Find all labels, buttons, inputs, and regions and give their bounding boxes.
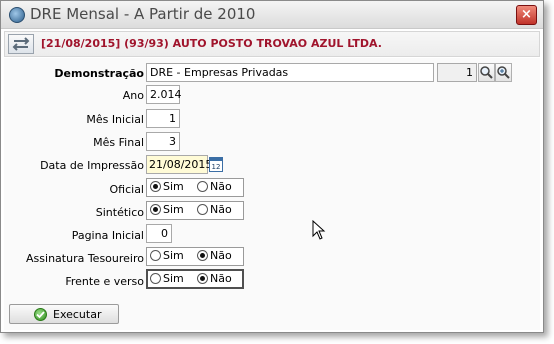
executar-label: Executar xyxy=(53,308,102,321)
data-impressao-field[interactable]: 21/08/2015 xyxy=(146,155,212,174)
window-title: DRE Mensal - A Partir de 2010 xyxy=(30,5,256,23)
assinatura-nao-radio[interactable] xyxy=(197,250,208,261)
calendar-button[interactable]: 12 xyxy=(209,157,223,172)
frente-verso-sim-label: Sim xyxy=(163,272,184,285)
demonstracao-label: Demonstração xyxy=(54,67,144,80)
mes-final-field[interactable]: 3 xyxy=(146,132,180,151)
company-header-text: [21/08/2015] (93/93) AUTO POSTO TROVAO A… xyxy=(41,37,382,50)
frente-verso-label: Frente e verso xyxy=(65,275,144,288)
demonstracao-code-field[interactable]: 1 xyxy=(437,63,477,82)
search-icon xyxy=(480,66,493,79)
oficial-radio-group: Sim Não xyxy=(146,178,244,197)
close-button[interactable]: × xyxy=(516,5,537,25)
assinatura-radio-group: Sim Não xyxy=(146,247,244,266)
assinatura-label: Assinatura Tesoureiro xyxy=(26,252,144,265)
executar-button[interactable]: Executar xyxy=(9,304,119,324)
check-icon xyxy=(34,308,47,321)
ano-label: Ano xyxy=(122,89,144,102)
assinatura-nao-label: Não xyxy=(210,249,232,262)
data-impressao-label: Data de Impressão xyxy=(40,159,144,172)
frente-verso-nao-radio[interactable] xyxy=(197,273,208,284)
frente-verso-sim-radio[interactable] xyxy=(150,273,161,284)
sintetico-nao-label: Não xyxy=(210,203,232,216)
oficial-sim-radio[interactable] xyxy=(150,181,161,192)
swap-company-button[interactable] xyxy=(8,34,34,54)
title-bar[interactable]: DRE Mensal - A Partir de 2010 × xyxy=(1,1,543,29)
pagina-inicial-field[interactable]: 0 xyxy=(146,224,172,243)
sintetico-radio-group: Sim Não xyxy=(146,201,244,220)
assinatura-sim-radio[interactable] xyxy=(150,250,161,261)
mes-inicial-field[interactable]: 1 xyxy=(146,109,180,128)
oficial-nao-radio[interactable] xyxy=(197,181,208,192)
search-button[interactable] xyxy=(478,63,495,82)
advanced-search-button[interactable] xyxy=(495,63,512,82)
oficial-sim-label: Sim xyxy=(163,180,184,193)
mes-inicial-label: Mês Inicial xyxy=(86,113,144,126)
company-header: [21/08/2015] (93/93) AUTO POSTO TROVAO A… xyxy=(4,31,540,57)
dialog-window: DRE Mensal - A Partir de 2010 × [21/08/2… xyxy=(0,0,544,333)
ano-field[interactable]: 2.014 xyxy=(146,85,182,104)
sintetico-sim-label: Sim xyxy=(163,203,184,216)
close-icon: × xyxy=(521,7,532,22)
app-icon xyxy=(9,7,25,23)
sintetico-sim-radio[interactable] xyxy=(150,204,161,215)
pagina-inicial-label: Pagina Inicial xyxy=(71,229,144,242)
oficial-nao-label: Não xyxy=(210,180,232,193)
calendar-icon: 12 xyxy=(210,158,222,171)
sintetico-nao-radio[interactable] xyxy=(197,204,208,215)
oficial-label: Oficial xyxy=(109,183,145,196)
svg-text:12: 12 xyxy=(212,163,221,171)
mouse-cursor-icon xyxy=(312,220,326,240)
frente-verso-radio-group: Sim Não xyxy=(146,269,244,289)
form-panel: Demonstração DRE - Empresas Privadas 1 A… xyxy=(4,58,540,330)
sintetico-label: Sintético xyxy=(95,206,144,219)
frente-verso-nao-label: Não xyxy=(210,272,232,285)
search-plus-icon xyxy=(497,66,510,79)
demonstracao-field[interactable]: DRE - Empresas Privadas xyxy=(146,63,434,82)
mes-final-label: Mês Final xyxy=(93,136,144,149)
swap-arrows-icon xyxy=(12,37,30,51)
assinatura-sim-label: Sim xyxy=(163,249,184,262)
